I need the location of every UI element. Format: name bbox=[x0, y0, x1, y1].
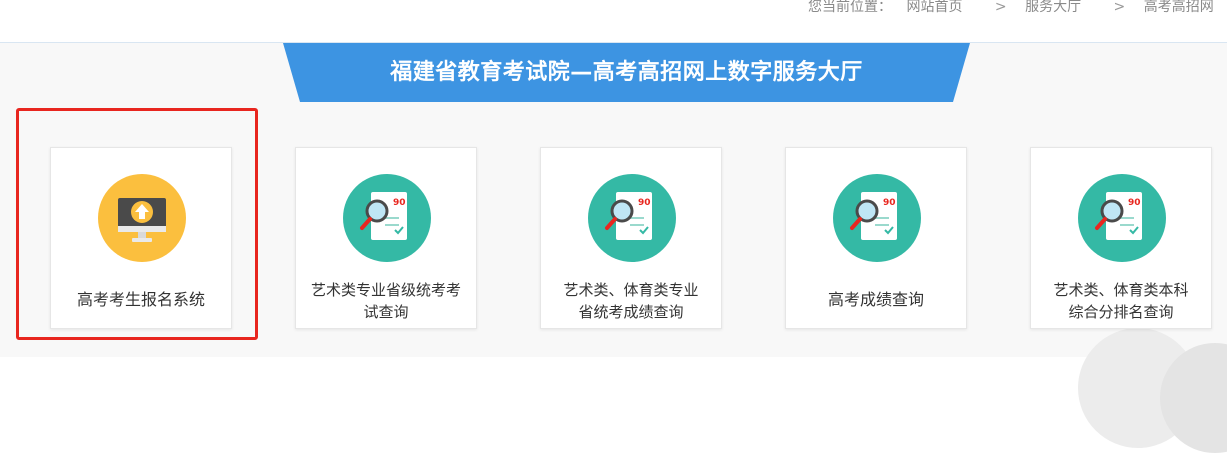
svg-text:90: 90 bbox=[883, 198, 896, 208]
card-label-line2: 试查询 bbox=[363, 303, 409, 321]
card-art-sports-ranking-query[interactable]: 90 艺术类、体育类本科 综合分排名查询 bbox=[1030, 147, 1212, 329]
breadcrumb-separator: > bbox=[1113, 0, 1126, 15]
breadcrumb: 您当前位置： 网站首页 > 服务大厅 > 高考高招网 bbox=[808, 0, 1224, 16]
svg-text:90: 90 bbox=[1128, 198, 1141, 208]
breadcrumb-link-service-hall[interactable]: 服务大厅 bbox=[1025, 0, 1081, 15]
score-search-icon: 90 bbox=[1078, 174, 1166, 262]
card-label-line1: 艺术类、体育类本科 bbox=[1053, 281, 1189, 299]
card-gaokao-score-query[interactable]: 90 高考成绩查询 bbox=[785, 147, 967, 329]
breadcrumb-link-current[interactable]: 高考高招网 bbox=[1144, 0, 1214, 15]
breadcrumb-separator: > bbox=[994, 0, 1007, 15]
monitor-upload-icon bbox=[98, 174, 186, 262]
score-search-icon: 90 bbox=[343, 174, 431, 262]
score-search-icon: 90 bbox=[588, 174, 676, 262]
svg-text:90: 90 bbox=[393, 198, 406, 208]
card-label-line1: 艺术类、体育类专业 bbox=[563, 281, 699, 299]
page-title: 福建省教育考试院—高考高招网上数字服务大厅 bbox=[390, 60, 863, 85]
score-search-icon: 90 bbox=[833, 174, 921, 262]
breadcrumb-prefix: 您当前位置： bbox=[808, 0, 892, 15]
breadcrumb-bar: 您当前位置： 网站首页 > 服务大厅 > 高考高招网 bbox=[0, 0, 1227, 43]
page-banner: 福建省教育考试院—高考高招网上数字服务大厅 bbox=[283, 43, 970, 102]
card-art-sports-exam-score-query[interactable]: 90 艺术类、体育类专业 省统考成绩查询 bbox=[540, 147, 722, 329]
card-art-provincial-exam-query[interactable]: 90 艺术类专业省级统考考 试查询 bbox=[295, 147, 477, 329]
card-label-line1: 艺术类专业省级统考考 bbox=[310, 281, 461, 299]
card-label: 艺术类、体育类专业 省统考成绩查询 bbox=[549, 279, 713, 323]
card-label: 艺术类专业省级统考考 试查询 bbox=[304, 279, 468, 323]
breadcrumb-link-home[interactable]: 网站首页 bbox=[906, 0, 962, 15]
card-label-line2: 省统考成绩查询 bbox=[578, 303, 684, 321]
card-label: 高考成绩查询 bbox=[827, 290, 924, 309]
card-label: 艺术类、体育类本科 综合分排名查询 bbox=[1039, 279, 1203, 323]
card-gaokao-registration[interactable]: 高考考生报名系统 bbox=[50, 147, 232, 329]
card-label: 高考考生报名系统 bbox=[76, 290, 205, 309]
svg-text:90: 90 bbox=[638, 198, 651, 208]
card-label-line2: 综合分排名查询 bbox=[1068, 303, 1174, 321]
